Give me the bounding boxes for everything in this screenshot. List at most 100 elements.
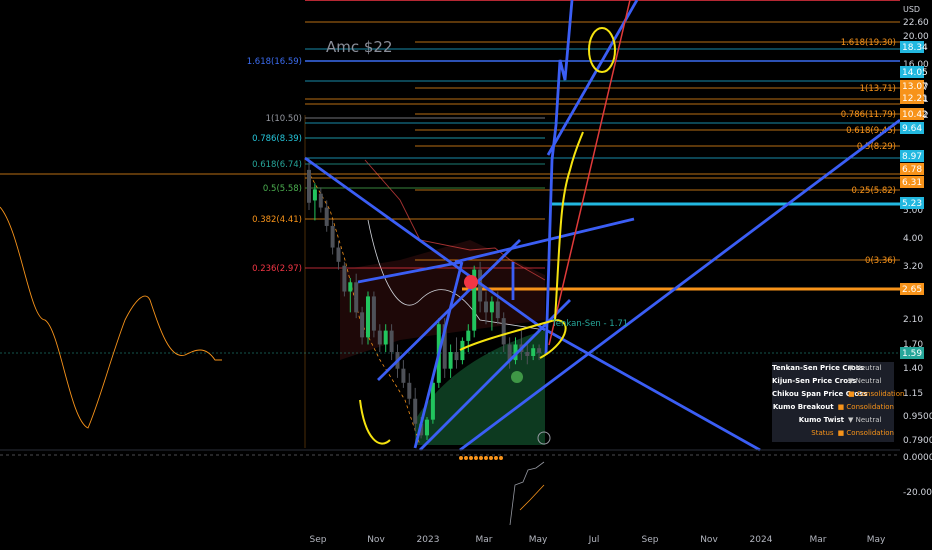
price-tag: 13.07 — [900, 80, 928, 92]
price-tag: 5.23 — [900, 197, 924, 209]
time-tick: 2024 — [750, 535, 773, 545]
candle-body — [525, 352, 530, 356]
candle-body — [531, 348, 536, 356]
price-tag: 1.59 — [900, 347, 924, 359]
currency-label: USD — [903, 5, 921, 14]
annotation-text: Amc $22 — [326, 38, 393, 56]
price-chart[interactable]: 1.618(19.30)1(13.71)0.786(11.79)0.618(9.… — [0, 0, 932, 550]
buy-signal-dot — [511, 371, 523, 383]
candle-body — [454, 352, 459, 361]
price-tick: 2.10 — [903, 315, 923, 325]
price-tick: 0.9500 — [903, 412, 932, 422]
price-tick: 20.00 — [903, 32, 929, 42]
price-tag: 9.64 — [900, 122, 924, 134]
candle-body — [312, 189, 317, 201]
candle-body — [342, 265, 347, 292]
price-tag-label: 14.05 — [902, 68, 928, 78]
price-tag-label: 1.59 — [902, 349, 922, 359]
ichimoku-status-panel: Tenkan-Sen Price Cross ▼ Neutral Kijun-Sen… — [772, 362, 904, 442]
osc-dot — [469, 456, 473, 460]
price-tag: 10.42 — [900, 108, 928, 120]
time-tick: Mar — [476, 535, 493, 545]
sell-signal-dot — [464, 275, 478, 289]
candle-body — [413, 398, 418, 424]
status-row: Kijun-Sen Price Cross ▼ Neutral — [772, 375, 894, 388]
candle-body — [366, 296, 370, 338]
fib-left-label: 0.786(8.39) — [252, 134, 302, 144]
price-tag: 12.21 — [900, 92, 928, 104]
fib-right-label: 1(13.71) — [860, 84, 896, 94]
candle-body — [425, 419, 429, 436]
time-tick: May — [867, 535, 886, 545]
price-tag: 18.34 — [900, 41, 928, 53]
time-tick: May — [529, 535, 548, 545]
price-tag-label: 5.23 — [902, 199, 922, 209]
osc-dot — [499, 456, 503, 460]
candle-body — [377, 330, 382, 345]
price-tag: 8.97 — [900, 150, 924, 162]
candle-body — [360, 312, 365, 338]
time-tick: Nov — [367, 535, 385, 545]
time-tick: Mar — [810, 535, 827, 545]
price-tick: 22.60 — [903, 18, 929, 28]
fib-left-label: 0.236(2.97) — [252, 264, 302, 274]
candle-body — [495, 301, 500, 319]
price-tag: 14.05 — [900, 66, 928, 78]
osc-dot — [464, 456, 468, 460]
price-tag-label: 12.21 — [902, 94, 928, 104]
price-tick: 4.00 — [903, 234, 923, 244]
price-tick: 1.15 — [903, 389, 923, 399]
candle-body — [501, 318, 506, 345]
osc-tick: 0.0000 — [903, 453, 932, 463]
osc-dot — [494, 456, 498, 460]
status-label: Kumo Twist — [798, 416, 844, 424]
candle-body — [354, 282, 359, 313]
time-tick: Jul — [588, 535, 600, 545]
price-tag-label: 6.78 — [902, 165, 922, 175]
fib-left-label: 1.618(16.59) — [247, 57, 302, 67]
fib-right-label: 0.25(5.82) — [852, 186, 896, 196]
time-tick: 2023 — [417, 535, 440, 545]
price-tag-label: 10.42 — [902, 110, 928, 120]
candle-body — [371, 296, 376, 331]
candle-body — [348, 282, 353, 292]
price-tag-label: 9.64 — [902, 124, 922, 134]
fib-right-label: 0.786(11.79) — [841, 110, 896, 120]
candle-body — [489, 301, 494, 313]
status-value: ▼ Neutral — [848, 416, 882, 424]
candle-body — [336, 247, 341, 262]
candle-body — [407, 382, 412, 399]
price-tick: 1.40 — [903, 364, 923, 374]
osc-dot — [489, 456, 493, 460]
fib-left-label: 1(10.50) — [266, 114, 302, 124]
status-label: Status — [811, 429, 834, 437]
fib-left-label: 0.618(6.74) — [252, 160, 302, 170]
candle-body — [389, 330, 394, 353]
status-value: ▼ Neutral — [848, 364, 882, 372]
price-tag: 6.78 — [900, 163, 924, 175]
fib-left-label: 0.5(5.58) — [263, 184, 302, 194]
price-tick: 3.20 — [903, 262, 923, 272]
status-value: ■ Consolidation — [837, 403, 894, 411]
osc-dot — [459, 456, 463, 460]
fib-right-label: 0(3.36) — [865, 256, 896, 266]
status-row: Chikou Span Price Cross ■ Consolidation — [772, 388, 904, 401]
time-tick: Sep — [642, 535, 659, 545]
status-row: Kumo Twist ▼ Neutral — [772, 414, 894, 427]
osc-dot — [474, 456, 478, 460]
price-tag-label: 6.31 — [902, 178, 922, 188]
price-tick: 0.7900 — [903, 436, 932, 446]
candle-body — [307, 169, 311, 203]
candle-body — [537, 348, 542, 353]
price-tag-label: 18.34 — [902, 43, 928, 53]
fib-left-label: 0.382(4.41) — [252, 215, 302, 225]
price-tag-label: 13.07 — [902, 82, 928, 92]
status-label: Kumo Breakout — [772, 403, 834, 411]
candle-body — [318, 193, 323, 208]
time-tick: Sep — [310, 535, 327, 545]
osc-tick: -20.00 — [903, 488, 932, 498]
candle-body — [324, 207, 329, 226]
status-value: ■ Consolidation — [837, 429, 894, 437]
osc-dot — [484, 456, 488, 460]
status-row: Kumo Breakout ■ Consolidation — [772, 401, 894, 414]
